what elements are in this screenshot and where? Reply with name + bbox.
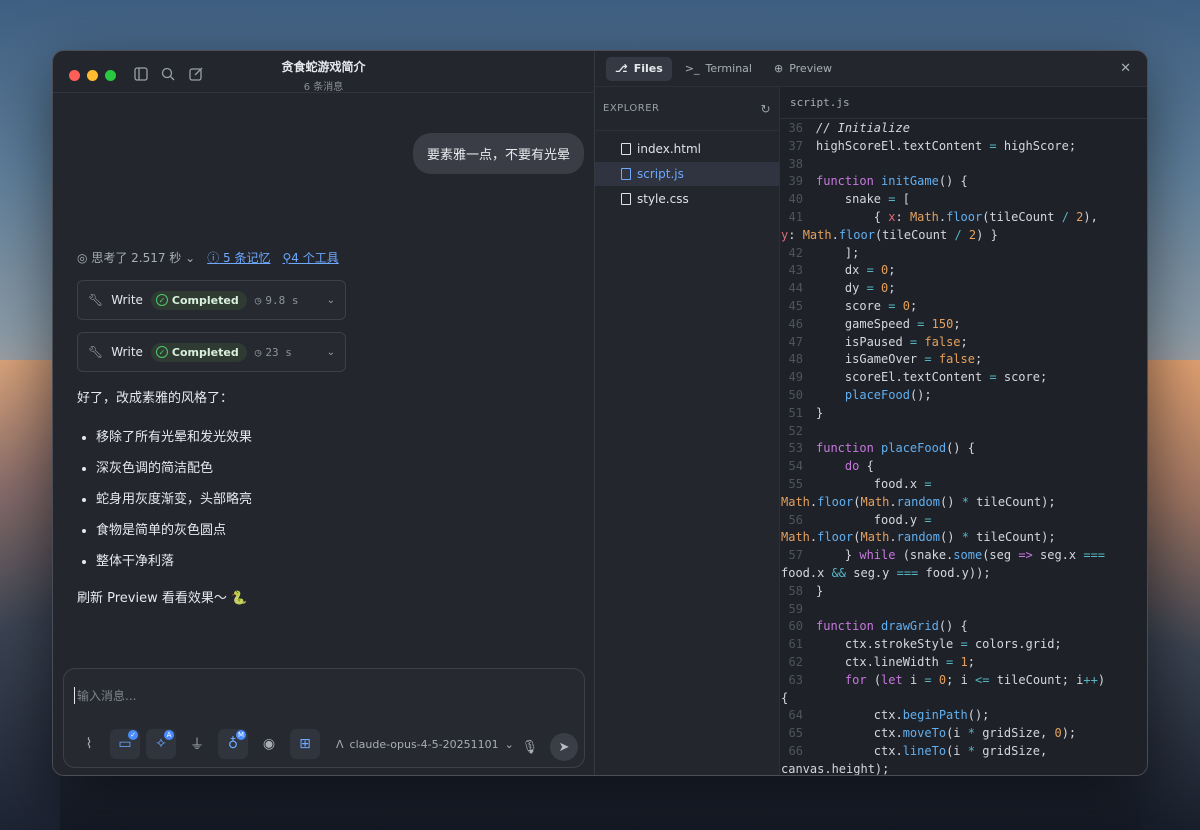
refresh-icon[interactable]: ↻ (760, 102, 771, 116)
tools-label: 4 个工具 (291, 251, 339, 265)
file-icon (621, 193, 631, 205)
list-item: 移除了所有光晕和发光效果 (96, 426, 252, 445)
explorer-header: EXPLORER ↻ (595, 87, 779, 131)
tab-label: Preview (789, 62, 833, 75)
tools-link[interactable]: ⚲4 个工具 (282, 249, 338, 266)
list-item: 整体干净利落 (96, 550, 252, 569)
file-item[interactable]: script.js (595, 162, 779, 186)
file-explorer: EXPLORER ↻ index.html script.js style.cs… (595, 87, 780, 775)
message-input[interactable]: 输入消息... (74, 687, 136, 704)
answer-outro: 刷新 Preview 看看效果～ 🐍 (77, 591, 248, 606)
brain-icon: ◎ (77, 251, 88, 265)
status-label: Completed (171, 345, 239, 359)
attach-icon[interactable]: ⌇ (74, 729, 104, 759)
folder-icon[interactable]: ▭ ✓ (110, 729, 140, 759)
app-window: 贪食蛇游戏简介 6 条消息 要素雅一点，不要有光晕 ◎ 思考了 2.517 秒 … (52, 50, 1148, 776)
chevron-down-icon[interactable]: ⌄ (327, 295, 335, 306)
chat-title: 贪食蛇游戏简介 (281, 60, 366, 74)
composer-toolbar: ⌇ ▭ ✓ ✧ A ⏚ ♁ M ◉ ⊞ Ʌclaude-opus-4-5-202511… (74, 729, 514, 759)
list-item: 深灰色调的简洁配色 (96, 457, 252, 476)
tool-name: Write (111, 293, 143, 307)
duration: ◷ 9.8 s (255, 294, 299, 307)
assistant-answer: 好了，改成素雅的风格了： 移除了所有光晕和发光效果 深灰色调的简洁配色 蛇身用灰… (77, 387, 252, 606)
microphone-icon[interactable]: 🎙︎ (521, 740, 538, 755)
duration: ◷ 23 s (255, 346, 292, 359)
tab-files[interactable]: ⎇ Files (606, 56, 672, 81)
eye-icon[interactable]: ◉ (254, 729, 284, 759)
memory-badge: M (236, 730, 246, 740)
file-item[interactable]: style.css (595, 187, 779, 211)
info-icon: ⓘ (207, 251, 220, 265)
model-selector[interactable]: Ʌclaude-opus-4-5-20251101 ⌄ (336, 738, 514, 751)
status-label: Completed (171, 293, 239, 307)
editor-tab[interactable]: script.js (780, 87, 1147, 119)
explorer-title: EXPLORER (603, 103, 660, 114)
wrench-icon: 🔧︎ (88, 345, 104, 359)
tool-name: Write (111, 345, 143, 359)
status-badge: ✓ Completed (150, 342, 247, 362)
code-view: 36// Initialize 37 highScoreEl.textConten… (781, 121, 1106, 776)
duration-label: 23 s (265, 345, 292, 359)
user-message: 要素雅一点，不要有光晕 (412, 133, 584, 174)
duration-label: 9.8 s (265, 293, 299, 307)
tool-call-card[interactable]: 🔧︎ Write ✓ Completed ◷ 9.8 s ⌄ (77, 280, 346, 320)
message-composer: 输入消息... ⌇ ▭ ✓ ✧ A ⏚ ♁ M ◉ ⊞ Ʌclaude-opus-4-… (63, 668, 585, 768)
chevron-down-icon: ⌄ (185, 251, 196, 265)
files-icon: ⎇ (615, 62, 628, 75)
list-item: 蛇身用灰度渐变，头部略亮 (96, 488, 252, 507)
tab-preview[interactable]: ⊕ Preview (765, 57, 841, 81)
chevron-down-icon: ⌄ (504, 737, 514, 751)
status-badge: ✓ Completed (150, 290, 247, 310)
memories-link[interactable]: ⓘ 5 条记忆 (207, 249, 270, 266)
response-meta: ◎ 思考了 2.517 秒 ⌄ ⓘ 5 条记忆 ⚲4 个工具 (77, 249, 339, 266)
file-name: style.css (637, 192, 689, 206)
check-icon: ✓ (128, 730, 138, 740)
check-icon: ✓ (155, 346, 168, 358)
list-item: 食物是简单的灰色圆点 (96, 519, 252, 538)
globe-icon: ⊕ (773, 62, 784, 75)
answer-list: 移除了所有光晕和发光效果 深灰色调的简洁配色 蛇身用灰度渐变，头部略亮 食物是简… (77, 426, 252, 569)
lightbulb-icon[interactable]: ♁ M (218, 729, 248, 759)
auto-badge: A (164, 730, 174, 740)
ide-pane: ⎇ Files >_ Terminal ⊕ Preview ✕ EXPLORER ↻ … (595, 51, 1147, 775)
tool-call-card[interactable]: 🔧︎ Write ✓ Completed ◷ 23 s ⌄ (77, 332, 346, 372)
message-count: 6 条消息 (303, 82, 344, 93)
close-icon[interactable]: ✕ (1120, 61, 1131, 76)
tab-label: Files (633, 62, 663, 75)
code-editor[interactable]: script.js 36// Initialize 37 highScoreEl.… (780, 87, 1147, 775)
wallpaper-right (1140, 360, 1200, 830)
terminal-icon: >_ (684, 62, 700, 75)
file-name: index.html (637, 142, 701, 156)
check-icon: ✓ (155, 294, 168, 306)
file-item[interactable]: index.html (595, 137, 779, 161)
send-button[interactable]: ➤ (550, 733, 578, 761)
file-name: script.js (637, 167, 684, 181)
sparkle-icon[interactable]: ✧ A (146, 729, 176, 759)
thinking-label: 思考了 2.517 秒 (91, 251, 182, 265)
wrench-icon: ⚲ (282, 251, 292, 265)
wrench-icon: 🔧︎ (88, 293, 104, 307)
ide-tabbar: ⎇ Files >_ Terminal ⊕ Preview (595, 51, 1147, 87)
chevron-down-icon[interactable]: ⌄ (327, 347, 335, 358)
tab-terminal[interactable]: >_ Terminal (676, 57, 761, 81)
tab-label: Terminal (705, 62, 752, 75)
wallpaper-left (0, 360, 60, 830)
plug-icon[interactable]: ⏚ (182, 729, 212, 759)
answer-intro: 好了，改成素雅的风格了： (77, 391, 234, 406)
grid-icon[interactable]: ⊞ (290, 729, 320, 759)
model-label: claude-opus-4-5-20251101 (349, 737, 499, 751)
chat-title-block: 贪食蛇游戏简介 6 条消息 (53, 58, 594, 93)
chat-pane: 贪食蛇游戏简介 6 条消息 要素雅一点，不要有光晕 ◎ 思考了 2.517 秒 … (53, 51, 595, 775)
anthropic-icon: Ʌ (336, 737, 344, 751)
chat-header: 贪食蛇游戏简介 6 条消息 (53, 51, 594, 93)
thinking-toggle[interactable]: ◎ 思考了 2.517 秒 ⌄ (77, 249, 195, 266)
file-icon (621, 168, 631, 180)
file-icon (621, 143, 631, 155)
clock-icon: ◷ (254, 293, 262, 307)
clock-icon: ◷ (254, 345, 262, 359)
memories-label: 5 条记忆 (223, 251, 271, 265)
